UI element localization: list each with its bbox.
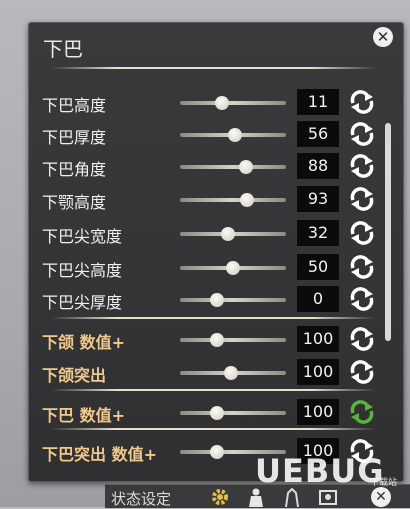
- slider-row: 下巴尖高度 50: [29, 252, 403, 282]
- row-label: 下巴尖厚度: [42, 293, 123, 312]
- slider-knob[interactable]: [220, 227, 235, 241]
- reset-arrows-icon[interactable]: [349, 154, 375, 178]
- gear-icon[interactable]: [209, 487, 231, 507]
- value-box[interactable]: 100: [297, 399, 339, 425]
- divider: [51, 317, 376, 319]
- camera-icon[interactable]: [317, 487, 339, 507]
- slider-track[interactable]: [180, 160, 286, 174]
- slider-track[interactable]: [180, 96, 286, 110]
- state-settings-label: 状态设定: [111, 490, 172, 508]
- row-label: 下巴高度: [42, 96, 107, 115]
- body-icon[interactable]: [245, 487, 267, 507]
- row-label: 下巴厚度: [42, 128, 107, 147]
- face-icon[interactable]: [281, 487, 303, 507]
- value-box[interactable]: 100: [297, 326, 339, 352]
- panel-title: 下巴: [43, 37, 83, 61]
- slider-knob[interactable]: [238, 160, 253, 174]
- slider-knob[interactable]: [210, 406, 225, 420]
- reset-arrows-icon[interactable]: [349, 287, 375, 311]
- divider: [51, 428, 376, 430]
- slider-row: 下巴角度 88: [29, 151, 403, 181]
- row-label: 下巴尖高度: [42, 261, 123, 280]
- row-label: 下巴突出 数值+: [42, 445, 157, 464]
- slider-row: 下颌 数值+ 100: [29, 324, 403, 354]
- slider-knob[interactable]: [223, 366, 238, 380]
- row-label: 下巴角度: [42, 160, 107, 179]
- slider-row: 下巴高度 11: [29, 87, 403, 117]
- slider-track[interactable]: [180, 366, 286, 380]
- value-box[interactable]: 32: [297, 220, 339, 246]
- reset-arrows-icon[interactable]: [349, 360, 375, 384]
- slider-knob[interactable]: [215, 96, 230, 110]
- value-box[interactable]: 88: [297, 153, 339, 179]
- reset-arrows-icon[interactable]: [349, 187, 375, 211]
- slider-knob[interactable]: [210, 333, 225, 347]
- divider: [51, 67, 376, 69]
- value-box[interactable]: 56: [297, 121, 339, 147]
- value-box[interactable]: 11: [297, 89, 339, 115]
- watermark-logo: UEBUG: [255, 452, 385, 490]
- reset-arrows-icon[interactable]: [349, 400, 375, 424]
- slider-row: 下巴尖厚度 0: [29, 284, 403, 314]
- divider: [51, 389, 376, 391]
- row-label: 下巴 数值+: [42, 406, 125, 425]
- slider-track[interactable]: [180, 333, 286, 347]
- watermark-sub: 下载站: [370, 478, 398, 488]
- slider-row: 下巴 数值+ 100: [29, 397, 403, 427]
- slider-knob[interactable]: [210, 445, 225, 459]
- row-label: 下颚高度: [42, 193, 107, 212]
- slider-row: 下颚高度 93: [29, 184, 403, 214]
- chin-settings-panel: 下巴 ✕ 下巴高度 11 下巴厚度 56 下巴角度 88 下颚高度 93 下巴尖…: [28, 22, 404, 482]
- value-box[interactable]: 93: [297, 186, 339, 212]
- slider-track[interactable]: [180, 128, 286, 142]
- slider-track[interactable]: [180, 227, 286, 241]
- row-label: 下颌 数值+: [42, 333, 125, 352]
- reset-arrows-icon[interactable]: [349, 221, 375, 245]
- slider-track[interactable]: [180, 261, 286, 275]
- row-label: 下巴尖宽度: [42, 227, 123, 246]
- slider-row: 下巴尖宽度 32: [29, 218, 403, 248]
- slider-track[interactable]: [180, 193, 286, 207]
- close-icon[interactable]: ✕: [371, 487, 391, 507]
- value-box[interactable]: 0: [297, 286, 339, 312]
- value-box[interactable]: 100: [297, 359, 339, 385]
- slider-row: 下巴厚度 56: [29, 119, 403, 149]
- value-box[interactable]: 50: [297, 254, 339, 280]
- slider-knob[interactable]: [228, 128, 243, 142]
- reset-arrows-icon[interactable]: [349, 122, 375, 146]
- reset-arrows-icon[interactable]: [349, 255, 375, 279]
- slider-knob[interactable]: [239, 193, 254, 207]
- reset-arrows-icon[interactable]: [349, 90, 375, 114]
- slider-track[interactable]: [180, 406, 286, 420]
- slider-knob[interactable]: [226, 261, 240, 275]
- slider-track[interactable]: [180, 293, 286, 307]
- slider-row: 下颌突出 100: [29, 357, 403, 387]
- reset-arrows-icon[interactable]: [349, 327, 375, 351]
- row-label: 下颌突出: [42, 366, 107, 385]
- slider-knob[interactable]: [210, 293, 225, 307]
- close-icon[interactable]: ✕: [373, 27, 393, 47]
